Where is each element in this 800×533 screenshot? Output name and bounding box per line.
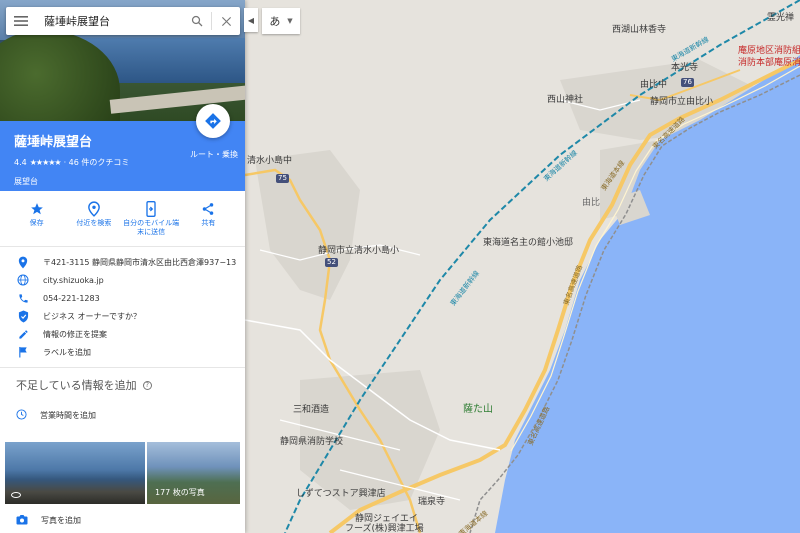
hamburger-icon — [14, 16, 28, 26]
phone-row[interactable]: 054-221-1283 — [0, 289, 245, 307]
add-hours-text: 営業時間を追加 — [40, 411, 96, 420]
map-label-sanwa-brewery[interactable]: 三和酒造 — [293, 405, 329, 416]
ime-label: あ — [269, 15, 281, 28]
route-shield-75: 75 — [276, 174, 289, 183]
directions-icon — [205, 113, 221, 129]
map-label-yui-elementary[interactable]: 静岡市立由比小 — [650, 97, 713, 108]
business-owner-row[interactable]: ビジネス オーナーですか？ — [0, 307, 245, 325]
phone-icon — [16, 291, 30, 305]
search-button[interactable] — [183, 7, 211, 35]
place-panel: 薩埵峠展望台 4.4 ★★★★★ · 46 件のクチコミ 展望台 ルート・乗換 … — [0, 0, 245, 533]
add-label-text: ラベルを追加 — [43, 347, 91, 357]
map-label-fire-school[interactable]: 静岡県消防学校 — [280, 437, 343, 448]
search-input[interactable]: 薩埵峠展望台 — [36, 13, 183, 29]
flag-icon — [16, 345, 30, 359]
phone-text: 054-221-1283 — [43, 293, 100, 303]
review-count-link[interactable]: · 46 件のクチコミ — [64, 157, 130, 168]
360-view-icon — [11, 492, 21, 498]
share-icon — [201, 201, 215, 217]
help-icon[interactable]: ? — [142, 380, 152, 390]
save-label: 保存 — [29, 219, 44, 227]
map-label-nishiyama-shrine[interactable]: 西山神社 — [547, 95, 583, 106]
send-to-phone-icon — [145, 201, 157, 217]
map-label-honkoji[interactable]: 本光寺 — [671, 63, 698, 74]
website-row[interactable]: city.shizuoka.jp — [0, 271, 245, 289]
directions-label[interactable]: ルート・乗換 — [190, 149, 238, 160]
rating-stars-icon: ★★★★★ — [29, 158, 62, 167]
search-box: 薩埵峠展望台 — [6, 7, 240, 35]
send-to-phone-label: 自分のモバイル端末に送信 — [123, 219, 180, 236]
globe-icon — [16, 273, 30, 287]
place-category[interactable]: 展望台 — [14, 176, 231, 187]
route-shield-52: 52 — [325, 258, 338, 267]
business-owner-text: ビジネス オーナーですか？ — [43, 311, 142, 321]
search-nearby-label: 付近を検索 — [76, 219, 112, 227]
camera-icon — [16, 514, 28, 527]
map-label-shimizu-oshima-jhs[interactable]: 清水小島中 — [247, 156, 292, 167]
nearby-pin-icon — [87, 201, 101, 217]
photo-gallery-thumbnail[interactable]: 177 枚の写真 — [147, 442, 240, 504]
share-label: 共有 — [201, 219, 216, 227]
photo-strip: 177 枚の写真 — [0, 432, 245, 504]
search-icon — [191, 15, 203, 27]
map-label-tokaido-house[interactable]: 東海道名主の館小池邸 — [483, 238, 573, 249]
photo-360-thumbnail[interactable] — [5, 442, 145, 504]
close-icon — [221, 16, 231, 26]
map-label-foods-2[interactable]: フーズ(株)興津工場 — [345, 524, 424, 533]
chevron-left-icon: ◀ — [247, 15, 255, 25]
place-actions: 保存 付近を検索 自分のモバイル端末に送信 共有 — [0, 191, 245, 247]
verified-shield-icon — [16, 309, 30, 323]
map-label-satta-yama[interactable]: 薩た山 — [463, 404, 493, 415]
add-hours-row[interactable]: 営業時間を追加 — [0, 399, 245, 432]
map-label-shimizu-oshima-elementary[interactable]: 静岡市立清水小島小 — [318, 246, 399, 257]
add-label-row[interactable]: ラベルを追加 — [0, 343, 245, 361]
share-button[interactable]: 共有 — [180, 201, 236, 240]
directions-button[interactable] — [196, 104, 230, 138]
address-text: 〒421-3115 静岡県静岡市清水区由比西倉澤937−13 — [43, 257, 237, 267]
input-tools-button[interactable]: あ ▼ — [262, 8, 300, 34]
map-label-yui-station[interactable]: 由比 — [582, 198, 600, 209]
add-photo-text: 写真を追加 — [41, 516, 81, 525]
address-row[interactable]: 〒421-3115 静岡県静岡市清水区由比西倉澤937−13 — [0, 253, 245, 271]
map-label-anbara-fire1[interactable]: 庵原地区消防組合 — [738, 46, 800, 57]
star-icon — [30, 201, 44, 217]
place-info-list: 〒421-3115 静岡県静岡市清水区由比西倉澤937−13 city.shiz… — [0, 247, 245, 361]
clock-icon — [16, 409, 27, 422]
search-nearby-button[interactable]: 付近を検索 — [66, 201, 122, 240]
map-label-nishiko[interactable]: 西湖山林香寺 — [612, 25, 666, 36]
map-label-anbara-fire2[interactable]: 消防本部庵原消防署 — [738, 58, 800, 69]
add-photo-row[interactable]: 写真を追加 — [0, 504, 245, 533]
suggest-edit-text: 情報の修正を提案 — [43, 329, 107, 339]
location-icon — [16, 255, 30, 269]
map-label-reikou[interactable]: 霊光禅 — [767, 13, 794, 24]
map-label-yui-jhs[interactable]: 由比中 — [640, 80, 667, 91]
photo-count-label: 177 枚の写真 — [155, 488, 205, 497]
pencil-icon — [16, 327, 30, 341]
website-link: city.shizuoka.jp — [43, 275, 104, 285]
suggest-edit-row[interactable]: 情報の修正を提案 — [0, 325, 245, 343]
menu-button[interactable] — [6, 7, 36, 35]
rating-value: 4.4 — [14, 158, 27, 167]
missing-info-heading: 不足している情報を追加 ? — [0, 368, 245, 399]
save-button[interactable]: 保存 — [9, 201, 65, 240]
place-title: 薩埵峠展望台 — [14, 135, 93, 150]
clear-search-button[interactable] — [212, 7, 240, 35]
chevron-down-icon: ▼ — [287, 17, 293, 25]
send-to-phone-button[interactable]: 自分のモバイル端末に送信 — [123, 201, 179, 240]
missing-info-title: 不足している情報を追加 — [16, 379, 137, 392]
route-shield-76: 76 — [681, 78, 694, 87]
collapse-panel-button[interactable]: ◀ — [244, 8, 258, 32]
map-label-shizutetsu-store[interactable]: しずてつストア興津店 — [296, 489, 386, 500]
map-label-zuisenji[interactable]: 瑞泉寺 — [418, 497, 445, 508]
